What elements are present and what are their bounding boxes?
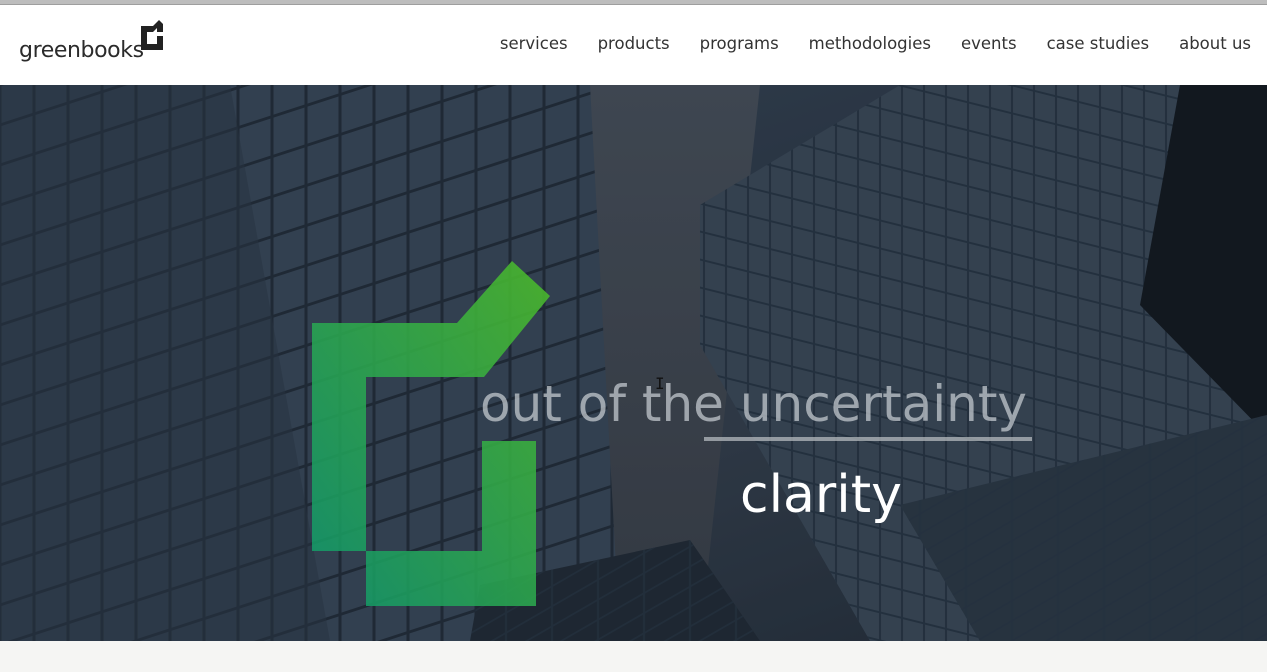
headline-underline <box>704 437 1032 441</box>
logo-text: greenbooks <box>19 38 144 63</box>
greenbooks-mark-icon <box>312 261 550 606</box>
nav-case-studies[interactable]: case studies <box>1047 34 1150 53</box>
nav-products[interactable]: products <box>598 34 670 53</box>
nav-about-us[interactable]: about us <box>1179 34 1251 53</box>
logo-mark-icon <box>141 20 163 50</box>
building-background-image <box>0 85 1267 641</box>
nav-events[interactable]: events <box>961 34 1017 53</box>
page-content-area <box>0 641 1267 672</box>
text-cursor-icon: I <box>655 374 665 393</box>
nav-methodologies[interactable]: methodologies <box>809 34 931 53</box>
hero-headline: out of the uncertainty <box>480 375 1028 433</box>
logo[interactable]: greenbooks <box>19 17 169 67</box>
site-header: greenbooks services products programs me… <box>0 5 1267 85</box>
hero-banner: out of the uncertainty clarity I <box>0 85 1267 641</box>
hero-subline: clarity <box>740 465 902 525</box>
nav-services[interactable]: services <box>500 34 568 53</box>
nav-programs[interactable]: programs <box>700 34 779 53</box>
main-nav: services products programs methodologies… <box>470 34 1251 53</box>
